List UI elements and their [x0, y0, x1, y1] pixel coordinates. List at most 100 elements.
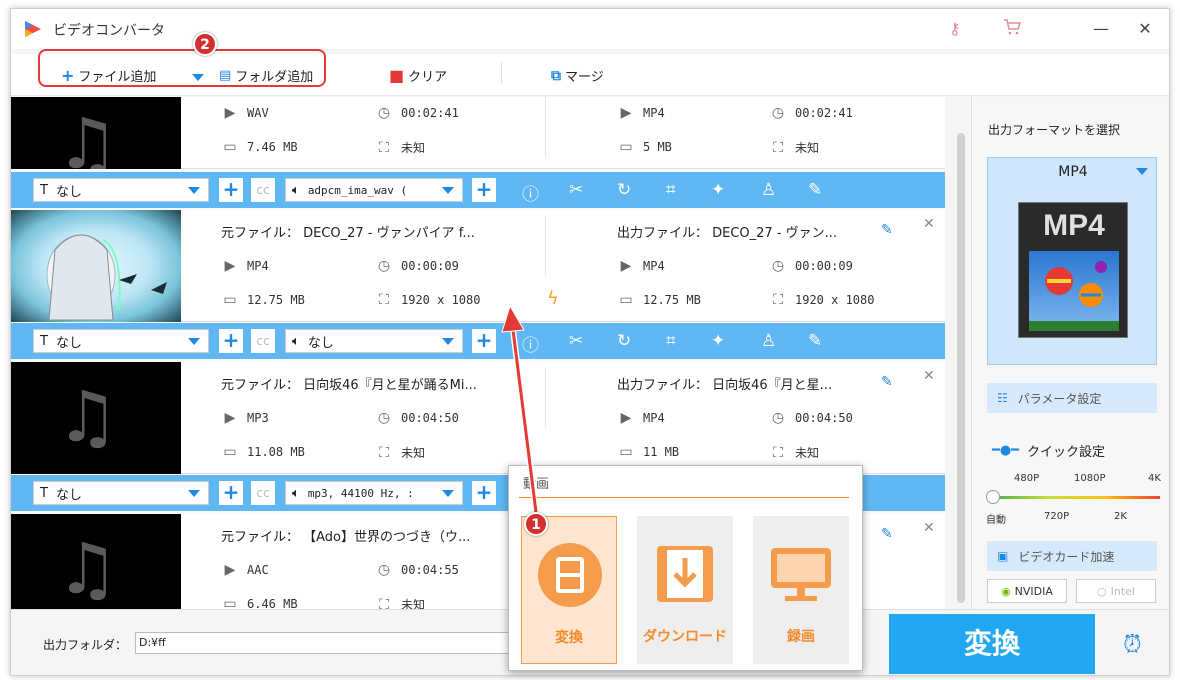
convert-card-label: 変換	[555, 630, 583, 646]
audio-select[interactable]: 🔈︎ adpcm_ima_wav (	[285, 178, 463, 202]
mp4-image-text: MP4	[1043, 209, 1105, 242]
gpu-acceleration-button[interactable]: ▣ ビデオカード加速	[987, 541, 1157, 571]
out-size: 11 MB	[643, 445, 680, 459]
file-item[interactable]: 元ファイル： DECO_27 - ヴァンパイア f... 出力ファイル： DEC…	[11, 210, 945, 322]
quality-slider-track[interactable]	[994, 496, 1160, 499]
resolution-icon: ⛶	[773, 444, 783, 461]
app-logo-icon	[25, 21, 41, 37]
close-button[interactable]: ✕	[1133, 17, 1157, 41]
convert-card[interactable]: 変換	[521, 516, 617, 664]
src-format: AAC	[247, 563, 269, 577]
minimize-button[interactable]: —	[1089, 17, 1113, 41]
format-icon: ▶	[620, 410, 632, 426]
magic-wand-icon[interactable]: ✦	[711, 180, 725, 200]
file-item[interactable]: ♫ 元ファイル： 日向坂46『月と星が踊るMi... 出力ファイル： 日向坂46…	[11, 362, 945, 474]
quality-slider-knob[interactable]	[986, 490, 1000, 504]
subtitle-select[interactable]: T なし	[33, 329, 209, 353]
toolbar-divider	[501, 62, 502, 84]
nvidia-toggle[interactable]: ◉ NVIDIA	[987, 579, 1067, 603]
file-item[interactable]: ♫ ▶ WAV ◷ 00:02:41 ▭ 7.46 MB ⛶ 未知 ▶ MP4 ◷ 00:0…	[11, 97, 945, 169]
source-file-title: 元ファイル： DECO_27 - ヴァンパイア f...	[221, 226, 475, 241]
function-popup: 動画 変換 ダウンロード 録画	[508, 465, 863, 671]
src-resolution: 未知	[401, 598, 426, 609]
resolution-icon: ⛶	[379, 444, 389, 461]
pencil-icon[interactable]: ✎	[881, 374, 893, 390]
info-icon[interactable]: ⓘ	[522, 180, 539, 205]
src-duration: 00:02:41	[401, 106, 459, 120]
add-audio-button[interactable]: +	[472, 481, 496, 505]
remove-item-icon[interactable]: ✕	[923, 216, 935, 232]
cc-icon[interactable]: cc	[251, 481, 275, 505]
film-convert-icon	[538, 543, 602, 607]
pencil-icon[interactable]: ✎	[881, 222, 893, 238]
resolution-icon: ⛶	[379, 596, 389, 610]
info-icon[interactable]: ⓘ	[522, 331, 539, 356]
audio-thumbnail: ♫	[11, 514, 181, 609]
add-subtitle-button[interactable]: +	[219, 178, 243, 202]
output-format-selector[interactable]: MP4 MP4	[987, 157, 1157, 365]
convert-button[interactable]: 変換	[889, 614, 1095, 674]
res-label-auto: 自動	[986, 515, 1006, 526]
src-resolution: 未知	[401, 141, 426, 155]
chevron-down-icon	[442, 338, 454, 345]
scissors-icon[interactable]: ✂	[569, 180, 583, 200]
add-subtitle-button[interactable]: +	[219, 329, 243, 353]
chevron-down-icon	[1136, 168, 1148, 175]
popup-search-field[interactable]: 動画	[519, 474, 849, 498]
parameter-settings-button[interactable]: ☷ パラメータ設定	[987, 383, 1157, 413]
intel-logo-icon: ○	[1097, 584, 1107, 598]
add-audio-button[interactable]: +	[472, 329, 496, 353]
merge-label: マージ	[565, 70, 604, 85]
res-label-2k: 2K	[1114, 511, 1127, 522]
out-format: MP4	[643, 106, 665, 120]
scissors-icon[interactable]: ✂	[569, 331, 583, 351]
nvidia-label: NVIDIA	[1014, 584, 1053, 598]
cc-icon[interactable]: cc	[251, 178, 275, 202]
audio-value: なし	[307, 335, 334, 351]
intel-label: Intel	[1110, 584, 1135, 598]
audio-value: adpcm_ima_wav (	[307, 183, 408, 197]
src-duration: 00:04:55	[401, 563, 459, 577]
format-icon: ▶	[224, 410, 236, 426]
clock-icon: ◷	[377, 105, 391, 121]
resolution-icon: ⛶	[379, 139, 389, 156]
res-label-720p: 720P	[1044, 511, 1070, 522]
subtitle-select[interactable]: T なし	[33, 178, 209, 202]
add-subtitle-button[interactable]: +	[219, 481, 243, 505]
watermark-icon[interactable]: ♙	[761, 331, 776, 351]
record-card[interactable]: 録画	[753, 516, 849, 664]
out-duration: 00:04:50	[795, 411, 853, 425]
clear-button[interactable]: ■ クリア	[389, 66, 447, 85]
remove-item-icon[interactable]: ✕	[923, 368, 935, 384]
src-size: 6.46 MB	[247, 597, 298, 609]
cart-icon[interactable]	[1003, 19, 1022, 39]
alarm-clock-icon[interactable]: ⏰︎	[1123, 630, 1142, 658]
download-card[interactable]: ダウンロード	[637, 516, 733, 664]
pencil-icon[interactable]: ✎	[881, 526, 893, 542]
subtitle-select[interactable]: T なし	[33, 481, 209, 505]
merge-button[interactable]: ⧉ マージ	[551, 66, 604, 86]
rotate-icon[interactable]: ↻	[617, 331, 631, 351]
audio-select[interactable]: 🔈︎ なし	[285, 329, 463, 353]
audio-select[interactable]: 🔈︎ mp3, 44100 Hz, :	[285, 481, 463, 505]
cc-icon[interactable]: cc	[251, 329, 275, 353]
edit-icon[interactable]: ✎	[808, 180, 822, 200]
intel-toggle[interactable]: ○ Intel	[1076, 579, 1156, 603]
parameter-settings-label: パラメータ設定	[1017, 391, 1102, 406]
crop-icon[interactable]: ⌗	[666, 180, 676, 200]
src-duration: 00:00:09	[401, 259, 459, 273]
watermark-icon[interactable]: ♙	[761, 180, 776, 200]
crop-icon[interactable]: ⌗	[666, 331, 676, 351]
rotate-icon[interactable]: ↻	[617, 180, 631, 200]
edit-icon[interactable]: ✎	[808, 331, 822, 351]
output-folder-field[interactable]: D:¥ff	[135, 632, 515, 654]
src-duration: 00:04:50	[401, 411, 459, 425]
list-scrollbar[interactable]	[957, 133, 965, 603]
magic-wand-icon[interactable]: ✦	[711, 331, 725, 351]
output-file-title: 出力ファイル： DECO_27 - ヴァン...	[617, 226, 838, 241]
key-icon[interactable]: ⚷	[949, 19, 961, 38]
add-audio-button[interactable]: +	[472, 178, 496, 202]
title-bar: ビデオコンバータ ⚷ — ✕	[11, 9, 1169, 49]
remove-item-icon[interactable]: ✕	[923, 520, 935, 536]
speaker-icon: 🔈︎	[292, 485, 300, 501]
